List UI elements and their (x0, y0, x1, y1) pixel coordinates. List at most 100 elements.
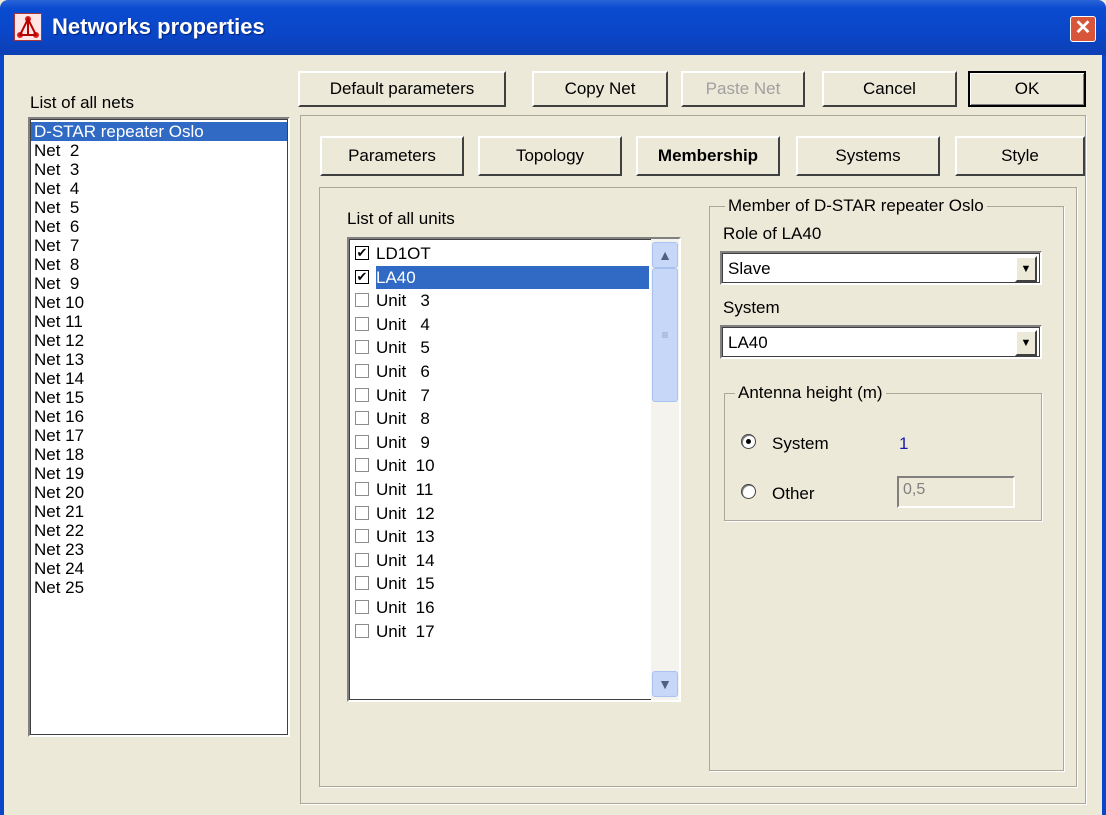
scroll-up-icon[interactable]: ▲ (652, 242, 678, 268)
unit-name: Unit 4 (376, 314, 430, 334)
close-button[interactable]: ✕ (1070, 16, 1096, 42)
paste-net-button[interactable]: Paste Net (681, 71, 805, 107)
units-list-item[interactable]: ✔ LA40 (349, 265, 649, 290)
system-antenna-value: 1 (899, 434, 909, 453)
unit-checkbox[interactable] (355, 434, 369, 449)
unit-name: Unit 15 (376, 574, 435, 594)
unit-checkbox[interactable] (355, 340, 369, 355)
role-select[interactable]: Slave ▼ (720, 251, 1042, 285)
nets-list-item[interactable]: Net 6 (30, 217, 288, 236)
nets-list-item[interactable]: Net 19 (30, 464, 288, 483)
dropdown-arrow-icon[interactable]: ▼ (1015, 256, 1037, 282)
unit-checkbox[interactable] (355, 293, 369, 308)
nets-list-item[interactable]: Net 3 (30, 160, 288, 179)
other-radio-label[interactable]: Other (772, 484, 815, 504)
nets-list-item[interactable]: Net 2 (30, 141, 288, 160)
unit-name: Unit 13 (376, 527, 435, 547)
system-label: System (723, 298, 780, 317)
unit-checkbox[interactable]: ✔ (355, 269, 369, 284)
units-list-item[interactable]: Unit 7 (349, 384, 649, 408)
units-list-item[interactable]: Unit 17 (349, 620, 649, 644)
units-list-item[interactable]: Unit 14 (349, 549, 649, 573)
nets-list-item[interactable]: Net 12 (30, 331, 288, 350)
units-list-item[interactable]: Unit 16 (349, 596, 649, 620)
nets-list-item[interactable]: Net 8 (30, 255, 288, 274)
tab-topology[interactable]: Topology (478, 136, 622, 176)
unit-checkbox[interactable] (355, 481, 369, 496)
units-list-item[interactable]: Unit 3 (349, 289, 649, 313)
units-scrollbar[interactable]: ▲ ≡ ▼ (651, 239, 679, 700)
nets-list-item[interactable]: Net 9 (30, 274, 288, 293)
units-list-item[interactable]: Unit 13 (349, 525, 649, 549)
nets-list-item[interactable]: Net 22 (30, 521, 288, 540)
unit-checkbox[interactable] (355, 458, 369, 473)
units-list-item[interactable]: Unit 4 (349, 313, 649, 337)
system-select[interactable]: LA40 ▼ (720, 325, 1042, 359)
ok-button[interactable]: OK (968, 71, 1086, 107)
tab-parameters[interactable]: Parameters (320, 136, 464, 176)
units-list-item[interactable]: Unit 12 (349, 502, 649, 526)
copy-net-button[interactable]: Copy Net (532, 71, 668, 107)
default-parameters-button[interactable]: Default parameters (298, 71, 506, 107)
nets-list-item[interactable]: D-STAR repeater Oslo (30, 122, 288, 141)
nets-list-item[interactable]: Net 16 (30, 407, 288, 426)
unit-checkbox[interactable] (355, 529, 369, 544)
nets-list-item[interactable]: Net 14 (30, 369, 288, 388)
unit-checkbox[interactable] (355, 363, 369, 378)
nets-list-item[interactable]: Net 5 (30, 198, 288, 217)
system-radio[interactable] (741, 434, 756, 449)
tab-style[interactable]: Style (955, 136, 1085, 176)
tab-membership[interactable]: Membership (636, 136, 780, 176)
nets-list-item[interactable]: Net 10 (30, 293, 288, 312)
unit-name: Unit 16 (376, 597, 435, 617)
unit-checkbox[interactable] (355, 623, 369, 638)
units-list-item[interactable]: Unit 10 (349, 454, 649, 478)
unit-checkbox[interactable] (355, 599, 369, 614)
unit-name: Unit 17 (376, 621, 435, 641)
other-radio[interactable] (741, 484, 756, 499)
units-list-item[interactable]: Unit 6 (349, 360, 649, 384)
nets-list-item[interactable]: Net 23 (30, 540, 288, 559)
other-height-input[interactable]: 0,5 (897, 476, 1015, 508)
dropdown-arrow-icon[interactable]: ▼ (1015, 330, 1037, 356)
role-label: Role of LA40 (723, 224, 822, 243)
nets-list-item[interactable]: Net 25 (30, 578, 288, 597)
scroll-thumb[interactable]: ≡ (652, 268, 678, 402)
nets-list-item[interactable]: Net 20 (30, 483, 288, 502)
unit-checkbox[interactable] (355, 411, 369, 426)
units-list[interactable]: ✔ LD1OT ✔ LA40 Unit 3 Unit 4 Unit 5 Unit 6 Unit … (347, 237, 681, 702)
unit-name: Unit 7 (376, 385, 430, 405)
unit-checkbox[interactable] (355, 387, 369, 402)
nets-list-item[interactable]: Net 15 (30, 388, 288, 407)
unit-name: LD1OT (376, 244, 431, 263)
nets-list-item[interactable]: Net 24 (30, 559, 288, 578)
nets-list-item[interactable]: Net 7 (30, 236, 288, 255)
unit-checkbox[interactable] (355, 552, 369, 567)
system-radio-label[interactable]: System (772, 434, 829, 454)
tab-systems[interactable]: Systems (796, 136, 940, 176)
units-list-item[interactable]: Unit 9 (349, 431, 649, 455)
unit-name: Unit 11 (376, 479, 434, 499)
unit-checkbox[interactable] (355, 576, 369, 591)
units-list-item[interactable]: Unit 11 (349, 478, 649, 502)
nets-list-item[interactable]: Net 11 (30, 312, 288, 331)
nets-list-item[interactable]: Net 17 (30, 426, 288, 445)
nets-list[interactable]: D-STAR repeater Oslo Net 2 Net 3 Net 4 Net 5… (28, 117, 290, 737)
units-list-item[interactable]: Unit 8 (349, 407, 649, 431)
units-list-item[interactable]: ✔ LD1OT (349, 242, 649, 266)
nets-list-item[interactable]: Net 18 (30, 445, 288, 464)
unit-checkbox[interactable]: ✔ (355, 246, 369, 260)
nets-list-item[interactable]: Net 13 (30, 350, 288, 369)
scroll-down-icon[interactable]: ▼ (652, 671, 678, 697)
units-list-item[interactable]: Unit 5 (349, 336, 649, 360)
unit-name: Unit 5 (376, 338, 430, 358)
unit-checkbox[interactable] (355, 316, 369, 331)
window-frame-right (1102, 55, 1106, 815)
units-list-item[interactable]: Unit 15 (349, 572, 649, 596)
member-group-label: Member of D-STAR repeater Oslo (725, 196, 987, 216)
unit-name: Unit 9 (376, 432, 430, 452)
nets-list-item[interactable]: Net 21 (30, 502, 288, 521)
unit-checkbox[interactable] (355, 505, 369, 520)
cancel-button[interactable]: Cancel (822, 71, 957, 107)
nets-list-item[interactable]: Net 4 (30, 179, 288, 198)
